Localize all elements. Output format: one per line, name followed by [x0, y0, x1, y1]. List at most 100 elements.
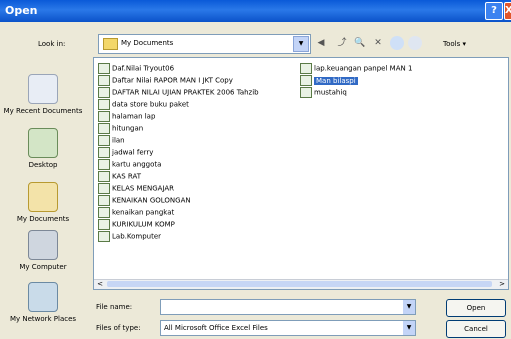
close-button[interactable]: X [504, 2, 511, 20]
file-name: KURIKULUM KOMP [112, 220, 175, 229]
cancel-button[interactable]: Cancel [446, 320, 506, 338]
file-name: KELAS MENGAJAR [112, 184, 175, 193]
excel-file-icon [98, 159, 110, 170]
place-my-recent-documents[interactable]: My Recent Documents [0, 74, 86, 116]
horizontal-scrollbar[interactable]: < > [94, 279, 508, 289]
list-item[interactable]: DAFTAR NILAI UJIAN PRAKTEK 2006 Tahzib [98, 87, 259, 98]
file-name: Daf.Nilai Tryout06 [112, 64, 175, 73]
my-documents-icon [28, 182, 58, 212]
excel-file-icon [98, 99, 110, 110]
place-my-documents[interactable]: My Documents [0, 182, 86, 224]
list-item[interactable]: Daf.Nilai Tryout06 [98, 63, 174, 74]
file-name: KENAIKAN GOLONGAN [112, 196, 191, 205]
list-item[interactable]: data store buku paket [98, 99, 189, 110]
excel-file-icon [98, 87, 110, 98]
list-item[interactable]: mustahiq [300, 87, 347, 98]
file-name: kartu anggota [112, 160, 162, 169]
list-item[interactable]: kartu anggota [98, 159, 161, 170]
place-label: My Documents [16, 215, 70, 223]
file-name-label: File name: [96, 303, 133, 311]
places-bar: My Recent Documents Desktop My Documents… [0, 56, 86, 339]
excel-file-icon [98, 171, 110, 182]
file-name: Lab.Komputer [112, 232, 162, 241]
views-icon[interactable] [408, 36, 422, 50]
excel-file-icon [98, 63, 110, 74]
place-label: My Network Places [9, 315, 77, 323]
title-bar[interactable]: Open ? X [0, 0, 511, 22]
file-name: DAFTAR NILAI UJIAN PRAKTEK 2006 Tahzib [112, 88, 259, 97]
excel-file-icon [300, 87, 312, 98]
files-of-type-value: All Microsoft Office Excel Files [164, 324, 268, 332]
excel-file-icon [98, 135, 110, 146]
file-name-field[interactable]: ▼ [160, 299, 416, 315]
file-name: Man bilaspi [314, 76, 358, 85]
chevron-down-icon[interactable]: ▼ [403, 300, 415, 314]
place-label: Desktop [28, 161, 58, 169]
list-item[interactable]: KURIKULUM KOMP [98, 219, 175, 230]
scroll-right-icon[interactable]: > [497, 280, 507, 289]
tools-menu[interactable]: Tools ▾ [443, 40, 466, 48]
excel-file-icon [300, 63, 312, 74]
excel-file-icon [98, 123, 110, 134]
list-item[interactable]: Daftar Nilai RAPOR MAN I JKT Copy [98, 75, 233, 86]
excel-file-icon [98, 111, 110, 122]
back-icon[interactable]: ◀ [314, 36, 328, 50]
file-name: halaman lap [112, 112, 156, 121]
up-folder-icon[interactable]: ⤴ [335, 36, 349, 50]
place-my-computer[interactable]: My Computer [0, 230, 86, 272]
excel-file-icon [300, 75, 312, 86]
files-of-type-label: Files of type: [96, 324, 141, 332]
list-item[interactable]: lap.keuangan panpel MAN 1 [300, 63, 412, 74]
excel-file-icon [98, 207, 110, 218]
search-icon[interactable]: 🔍 [353, 36, 367, 50]
open-button[interactable]: Open [446, 299, 506, 317]
folder-icon [103, 38, 118, 50]
chevron-down-icon[interactable]: ▼ [403, 321, 415, 335]
look-in-combo[interactable]: My Documents ▼ [98, 34, 311, 54]
file-name: KAS RAT [112, 172, 142, 181]
look-in-value: My Documents [121, 39, 174, 47]
excel-file-icon [98, 75, 110, 86]
file-name: hitungan [112, 124, 144, 133]
file-name: jadwal ferry [112, 148, 154, 157]
scroll-left-icon[interactable]: < [95, 280, 105, 289]
help-button[interactable]: ? [485, 2, 503, 20]
file-name: mustahiq [314, 88, 347, 97]
recent-docs-icon [28, 74, 58, 104]
file-name: lap.keuangan panpel MAN 1 [314, 64, 413, 73]
delete-icon[interactable]: ✕ [371, 36, 385, 50]
chevron-down-icon[interactable]: ▼ [293, 36, 309, 52]
file-name: ilan [112, 136, 125, 145]
file-name: data store buku paket [112, 100, 189, 109]
excel-file-icon [98, 147, 110, 158]
my-computer-icon [28, 230, 58, 260]
excel-file-icon [98, 183, 110, 194]
list-item[interactable]: jadwal ferry [98, 147, 153, 158]
list-item[interactable]: ilan [98, 135, 125, 146]
new-folder-icon[interactable] [390, 36, 404, 50]
look-in-label: Look in: [38, 40, 66, 48]
open-dialog: Open ? X Look in: My Documents ▼ ◀ ⤴ 🔍 ✕… [0, 0, 511, 339]
list-item[interactable]: KAS RAT [98, 171, 141, 182]
list-item[interactable]: halaman lap [98, 111, 155, 122]
excel-file-icon [98, 195, 110, 206]
list-item[interactable]: KELAS MENGAJAR [98, 183, 174, 194]
files-of-type-select[interactable]: All Microsoft Office Excel Files ▼ [160, 320, 416, 336]
file-list[interactable]: Daf.Nilai Tryout06 Daftar Nilai RAPOR MA… [93, 57, 509, 290]
place-desktop[interactable]: Desktop [0, 128, 86, 170]
file-name: Daftar Nilai RAPOR MAN I JKT Copy [112, 76, 233, 85]
dialog-title: Open [5, 4, 38, 17]
list-item[interactable]: Lab.Komputer [98, 231, 161, 242]
place-label: My Computer [19, 263, 67, 271]
desktop-icon [28, 128, 58, 158]
list-item[interactable]: KENAIKAN GOLONGAN [98, 195, 191, 206]
network-places-icon [28, 282, 58, 312]
excel-file-icon [98, 231, 110, 242]
list-item[interactable]: kenaikan pangkat [98, 207, 174, 218]
place-my-network-places[interactable]: My Network Places [0, 282, 86, 324]
list-item-selected[interactable]: Man bilaspi [300, 75, 358, 86]
excel-file-icon [98, 219, 110, 230]
list-item[interactable]: hitungan [98, 123, 143, 134]
place-label: My Recent Documents [3, 107, 83, 115]
scroll-thumb[interactable] [107, 281, 492, 287]
